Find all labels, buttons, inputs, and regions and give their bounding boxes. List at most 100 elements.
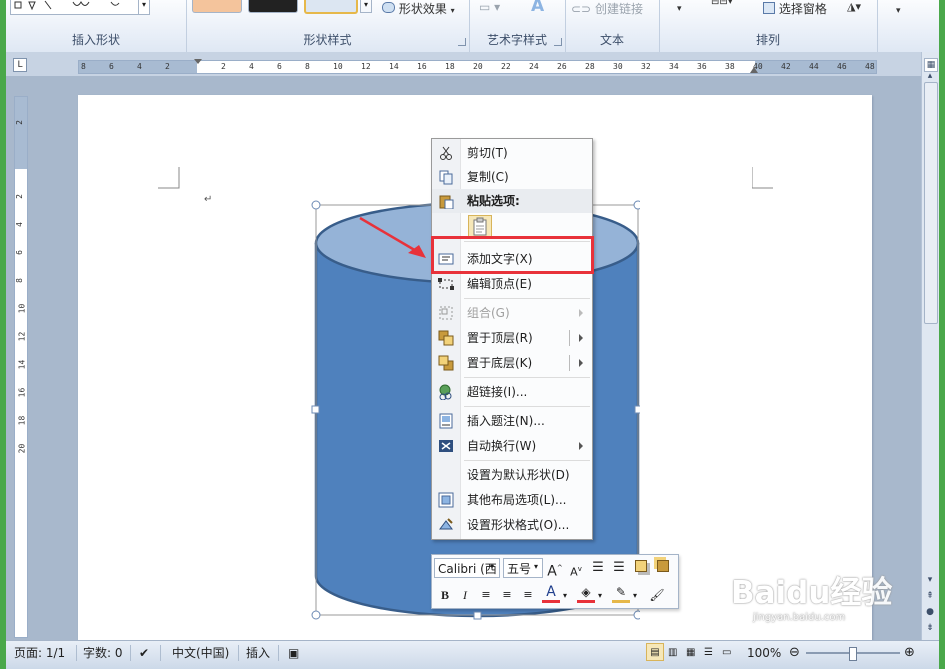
tab-selector[interactable]: L bbox=[13, 58, 27, 72]
submenu-arrow-icon[interactable] bbox=[579, 334, 583, 342]
mini-toolbar: Calibri (西 ▾ 五号 ▾ A^ Av ☰ ☰ B I ≡ ≡ ≡ A … bbox=[431, 554, 679, 609]
vruler-tick-label: 4 bbox=[14, 222, 24, 227]
selection-pane-button[interactable]: 选择窗格 bbox=[763, 0, 827, 16]
fill-color-arrow-icon[interactable]: ▾ bbox=[598, 591, 602, 600]
vertical-ruler[interactable]: 2 2 4 6 8 10 12 14 16 18 20 bbox=[14, 96, 28, 638]
pen-icon: ✎ bbox=[615, 585, 627, 599]
font-dropdown-arrow-icon[interactable]: ▾ bbox=[490, 562, 494, 571]
full-screen-reading-icon[interactable]: ▥ bbox=[668, 644, 677, 662]
grow-font-button[interactable]: A^ bbox=[546, 559, 564, 580]
zoom-in-icon[interactable]: ⊕ bbox=[904, 644, 915, 662]
font-color-button[interactable]: A bbox=[542, 585, 560, 603]
submenu-arrow-icon bbox=[579, 442, 583, 450]
scroll-thumb[interactable] bbox=[924, 82, 938, 324]
menu-label-paste-options: 粘贴选项: bbox=[467, 194, 520, 208]
indent-marker-icon[interactable] bbox=[194, 59, 202, 64]
create-link-button[interactable]: ⊂⊃ 创建链接 bbox=[571, 0, 643, 16]
zoom-slider[interactable] bbox=[806, 647, 900, 661]
menu-item-bring-front[interactable]: 置于顶层(R) bbox=[432, 326, 592, 350]
bold-button[interactable]: B bbox=[436, 586, 454, 604]
page-count[interactable]: 页面: 1/1 bbox=[14, 644, 65, 662]
select-browse-object-icon[interactable]: ● bbox=[924, 606, 936, 618]
draft-view-icon[interactable]: ▭ bbox=[722, 644, 731, 662]
menu-item-edit-points[interactable]: 编辑顶点(E) bbox=[432, 272, 592, 296]
rotate-button[interactable]: ◮▾ bbox=[847, 0, 861, 16]
menu-item-send-back[interactable]: 置于底层(K) bbox=[432, 351, 592, 375]
size-dropdown-arrow-icon[interactable]: ▾ bbox=[534, 562, 538, 571]
italic-button[interactable]: I bbox=[456, 586, 474, 604]
highlight-box bbox=[431, 236, 594, 274]
language-status[interactable]: 中文(中国) bbox=[172, 644, 229, 662]
menu-label-hyperlink: 超链接(I)... bbox=[467, 385, 528, 399]
wrap-dropdown[interactable]: ⊟⊟▾ bbox=[711, 0, 733, 12]
align-center-icon[interactable]: ≡ bbox=[498, 586, 516, 604]
wordart-quick-styles[interactable]: ▭ ▾ bbox=[479, 0, 500, 16]
menu-item-set-default-shape[interactable]: 设置为默认形状(D) bbox=[432, 463, 592, 487]
previous-page-icon[interactable]: ⇞ bbox=[924, 590, 936, 602]
gallery-scroll-icon[interactable]: ▾ bbox=[360, 0, 372, 13]
horizontal-ruler[interactable]: 8 6 4 2 2 4 6 8 10 12 14 16 18 20 22 24 26 28 30 32 34 36 38 40… bbox=[78, 59, 877, 74]
menu-label-bring-front: 置于顶层(R) bbox=[467, 331, 533, 345]
scroll-down-icon[interactable]: ▾ bbox=[924, 574, 936, 586]
menu-label-copy: 复制(C) bbox=[467, 170, 509, 184]
menu-separator bbox=[464, 377, 590, 378]
decrease-indent-icon[interactable]: ☰ bbox=[589, 559, 607, 577]
send-backward-icon[interactable] bbox=[654, 559, 672, 577]
menu-separator bbox=[464, 460, 590, 461]
web-layout-icon[interactable]: ▦ bbox=[686, 644, 695, 662]
vruler-tick-label: 20 bbox=[17, 443, 27, 454]
next-page-icon[interactable]: ⇟ bbox=[924, 622, 936, 634]
menu-item-format-shape[interactable]: 设置形状格式(O)... bbox=[432, 513, 592, 537]
arrange-label: 排列 bbox=[755, 33, 780, 47]
menu-item-group[interactable]: 组合(G) bbox=[432, 301, 592, 325]
shrink-font-button[interactable]: Av bbox=[567, 560, 585, 579]
fill-color-button[interactable]: ◈ bbox=[577, 585, 595, 603]
zoom-level[interactable]: 100% bbox=[747, 644, 781, 662]
bring-forward-icon[interactable] bbox=[632, 559, 650, 577]
font-color-arrow-icon[interactable]: ▾ bbox=[563, 591, 567, 600]
outline-color-button[interactable]: ✎ bbox=[612, 585, 630, 603]
text-fill-icon[interactable]: A bbox=[531, 0, 544, 16]
handle-l bbox=[311, 405, 320, 414]
align-left-icon[interactable]: ≡ bbox=[477, 586, 495, 604]
shape-effects-icon bbox=[382, 2, 395, 13]
menu-item-hyperlink[interactable]: 超链接(I)... bbox=[432, 380, 592, 404]
shapes-gallery[interactable]: ▾ bbox=[10, 0, 150, 15]
position-dropdown-icon[interactable]: ▾ bbox=[677, 4, 682, 20]
scroll-up-icon[interactable]: ▴ bbox=[924, 70, 936, 82]
outline-color-arrow-icon[interactable]: ▾ bbox=[633, 591, 637, 600]
outline-view-icon[interactable]: ☰ bbox=[704, 644, 713, 662]
shape-effects-button[interactable]: 形状效果 ▾ bbox=[382, 0, 455, 16]
crop-mark-tl bbox=[158, 167, 180, 189]
zoom-out-icon[interactable]: ⊖ bbox=[789, 644, 800, 662]
zoom-slider-thumb[interactable] bbox=[849, 647, 857, 661]
style-swatch-2[interactable] bbox=[248, 0, 298, 13]
align-right-icon[interactable]: ≡ bbox=[519, 586, 537, 604]
menu-item-cut[interactable]: 剪切(T) bbox=[432, 141, 592, 165]
menu-label-format-shape: 设置形状格式(O)... bbox=[467, 518, 570, 532]
ribbon-overflow-icon[interactable]: ▾ bbox=[896, 6, 901, 22]
paste-icon bbox=[439, 195, 454, 209]
right-indent-marker-icon[interactable] bbox=[750, 67, 758, 73]
style-swatch-1[interactable] bbox=[192, 0, 242, 13]
menu-item-copy[interactable]: 复制(C) bbox=[432, 165, 592, 189]
menu-label-insert-caption: 插入题注(N)... bbox=[467, 414, 545, 428]
word-count[interactable]: 字数: 0 bbox=[83, 644, 123, 662]
vruler-tick-label: 2 bbox=[14, 120, 24, 125]
wordart-launcher-icon[interactable] bbox=[554, 38, 562, 46]
macro-record-icon[interactable]: ▣ bbox=[288, 644, 299, 662]
menu-item-insert-caption[interactable]: 插入题注(N)... bbox=[432, 409, 592, 433]
print-layout-icon[interactable]: ▤ bbox=[646, 643, 664, 661]
submenu-arrow-icon[interactable] bbox=[579, 359, 583, 367]
annotation-arrow bbox=[359, 216, 426, 258]
proofing-icon[interactable]: ✔ bbox=[139, 644, 149, 662]
insert-mode[interactable]: 插入 bbox=[246, 644, 270, 662]
vertical-scrollbar[interactable]: ▦ ▴ ▾ ⇞ ● ⇟ bbox=[921, 52, 939, 640]
menu-item-layout-options[interactable]: 其他布局选项(L)... bbox=[432, 488, 592, 512]
gallery-more-icon[interactable]: ▾ bbox=[138, 0, 149, 14]
shape-styles-launcher-icon[interactable] bbox=[458, 38, 466, 46]
style-swatch-3[interactable] bbox=[304, 0, 358, 14]
menu-item-wrap-text[interactable]: 自动换行(W) bbox=[432, 434, 592, 458]
format-painter-icon[interactable]: 🖌 bbox=[648, 586, 666, 604]
increase-indent-icon[interactable]: ☰ bbox=[610, 559, 628, 577]
